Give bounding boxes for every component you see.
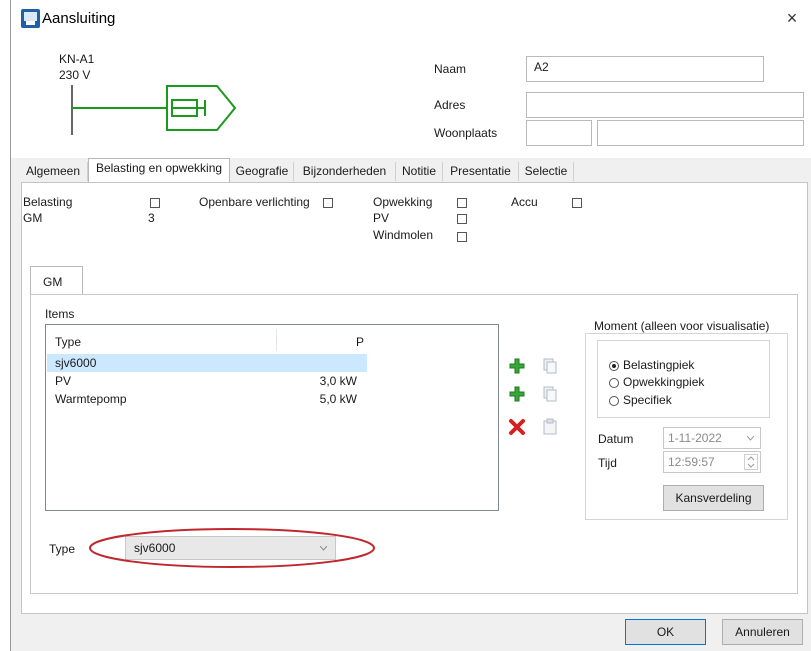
column-header-type[interactable]: Type	[55, 335, 81, 349]
ok-button[interactable]: OK	[625, 619, 706, 645]
moment-title: Moment (alleen voor visualisatie)	[594, 319, 770, 333]
annuleren-button[interactable]: Annuleren	[722, 619, 803, 645]
tab-gm[interactable]: GM	[30, 266, 83, 295]
belasting-checkbox[interactable]	[150, 198, 160, 208]
radio-belastingpiek-label[interactable]: Belastingpiek	[623, 358, 694, 372]
paste-icon[interactable]	[541, 418, 559, 436]
tab-belasting-en-opwekking[interactable]: Belasting en opwekking	[88, 158, 230, 182]
gm-label: GM	[23, 211, 43, 225]
header-area: KN-A1 230 V Naam A2 Adres Woonplaats	[11, 40, 811, 158]
opwekking-label: Opwekking	[373, 195, 433, 209]
spinner-arrows-icon[interactable]	[744, 454, 758, 470]
naam-label: Naam	[434, 62, 467, 76]
datum-picker[interactable]: 1-11-2022	[663, 427, 761, 449]
tab-strip: Algemeen Belasting en opwekking Geografi…	[11, 158, 811, 182]
tijd-label: Tijd	[598, 456, 617, 470]
openbare-verlichting-checkbox[interactable]	[323, 198, 333, 208]
adres-input[interactable]	[526, 92, 804, 118]
copy-icon[interactable]	[541, 385, 559, 403]
belasting-label: Belasting	[23, 195, 73, 209]
accu-label: Accu	[511, 195, 538, 209]
cell-type: sjv6000	[55, 356, 97, 370]
radio-opwekkingpiek[interactable]	[609, 378, 619, 388]
copy-icon[interactable]	[541, 357, 559, 375]
woonplaats-input[interactable]	[597, 120, 804, 146]
accu-checkbox[interactable]	[572, 198, 582, 208]
cell-p: 5,0 kW	[319, 392, 357, 406]
tab-geografie[interactable]: Geografie	[231, 162, 294, 181]
datum-value: 1-11-2022	[668, 431, 722, 445]
naam-input[interactable]: A2	[526, 56, 764, 82]
app-icon	[21, 9, 40, 28]
highlight-ellipse	[89, 528, 375, 568]
window-title: Aansluiting	[42, 10, 116, 27]
woonplaats-label: Woonplaats	[434, 126, 498, 140]
delete-icon[interactable]	[508, 418, 526, 436]
radio-belastingpiek[interactable]	[609, 361, 619, 371]
tijd-spinner[interactable]: 12:59:57	[663, 451, 761, 473]
windmolen-label: Windmolen	[373, 228, 434, 242]
tab-gm-label: GM	[43, 275, 63, 289]
add-icon[interactable]	[508, 385, 526, 403]
opwekking-checkbox[interactable]	[457, 198, 467, 208]
radio-specifiek[interactable]	[609, 396, 619, 406]
type-label: Type	[49, 542, 76, 556]
cell-type: PV	[55, 374, 72, 388]
tab-bijzonderheden[interactable]: Bijzonderheden	[294, 162, 396, 181]
tab-notitie[interactable]: Notitie	[396, 162, 443, 181]
cell-p: 3,0 kW	[319, 374, 357, 388]
chevron-down-icon	[747, 436, 754, 441]
postcode-input[interactable]	[526, 120, 592, 146]
column-header-p[interactable]: P	[356, 335, 364, 349]
node-voltage: 230 V	[59, 68, 91, 82]
table-row[interactable]: Warmtepomp 5,0 kW	[47, 390, 367, 408]
radio-specifiek-label[interactable]: Specifiek	[623, 393, 672, 407]
close-button[interactable]: ×	[772, 0, 811, 36]
table-row[interactable]: sjv6000	[47, 354, 367, 372]
dialog-window: Aansluiting × KN-A1 230 V Naam A2 Adres …	[10, 0, 811, 651]
node-name: KN-A1	[59, 52, 95, 66]
pv-checkbox[interactable]	[457, 214, 467, 224]
kansverdeling-button[interactable]: Kansverdeling	[663, 485, 764, 511]
items-list[interactable]: Type P sjv6000 PV 3,0 kW Warmtepomp 5,0 …	[45, 324, 499, 511]
windmolen-checkbox[interactable]	[457, 232, 467, 242]
tab-presentatie[interactable]: Presentatie	[443, 162, 519, 181]
datum-label: Datum	[598, 432, 634, 446]
cell-type: Warmtepomp	[55, 392, 127, 406]
tijd-value: 12:59:57	[668, 455, 715, 469]
openbare-verlichting-label: Openbare verlichting	[199, 195, 310, 209]
tab-selectie[interactable]: Selectie	[519, 162, 574, 181]
table-row[interactable]: PV 3,0 kW	[47, 372, 367, 390]
connection-symbol	[71, 85, 237, 135]
gm-count: 3	[148, 211, 155, 225]
column-divider	[276, 329, 277, 351]
items-label: Items	[45, 307, 75, 321]
adres-label: Adres	[434, 98, 466, 112]
pv-label: PV	[373, 211, 390, 225]
add-icon[interactable]	[508, 357, 526, 375]
radio-opwekkingpiek-label[interactable]: Opwekkingpiek	[623, 375, 704, 389]
title-bar: Aansluiting ×	[11, 0, 811, 40]
tab-algemeen[interactable]: Algemeen	[19, 162, 88, 181]
